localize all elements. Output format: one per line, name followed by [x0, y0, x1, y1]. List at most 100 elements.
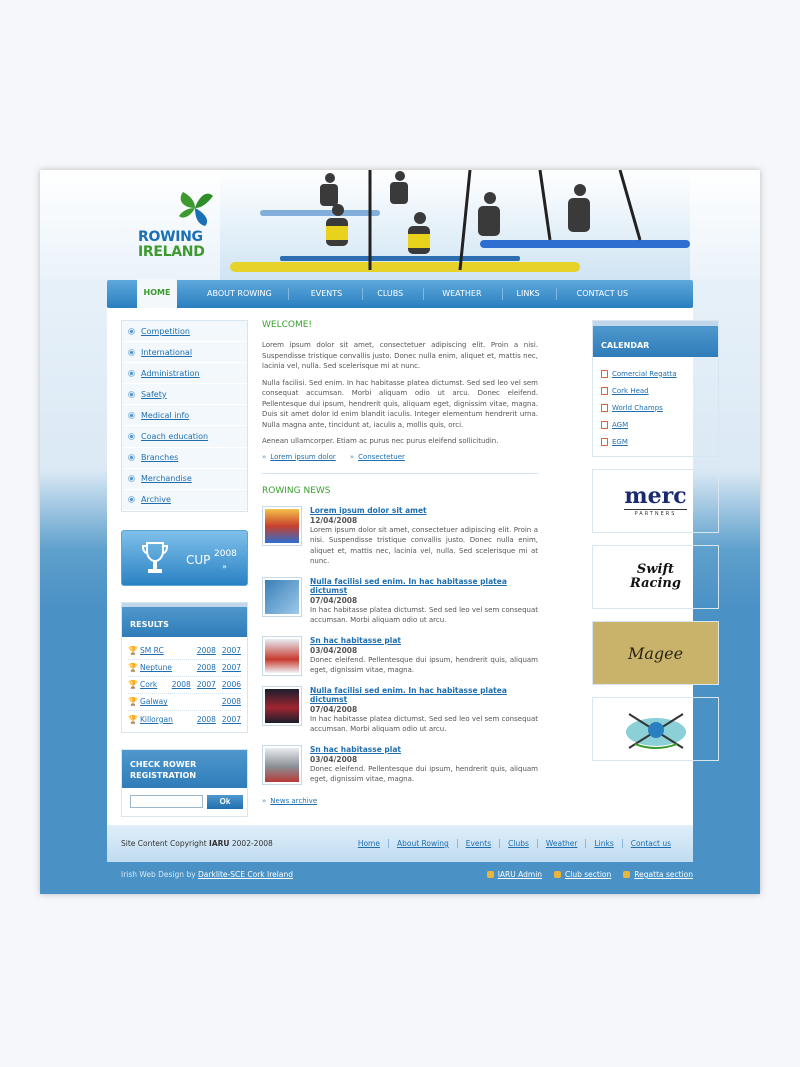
footer-link-home[interactable]: Home [350, 839, 388, 848]
copyright-prefix: Site Content Copyright [121, 839, 210, 848]
news-thumbnail[interactable] [262, 505, 302, 546]
sidebar-item-archive[interactable]: Archive [122, 490, 247, 511]
sidebar-item-safety[interactable]: Safety [122, 384, 247, 406]
news-thumbnail[interactable] [262, 744, 302, 785]
news-item: Nulla facilisi sed enim. In hac habitass… [262, 576, 538, 626]
news-item-title[interactable]: Lorem ipsum dolor sit amet [310, 506, 427, 515]
result-row: 🏆 Cork 2008 2007 2006 [128, 677, 241, 694]
calendar-item-link[interactable]: Comercial Regatta [612, 370, 677, 378]
calendar-icon [601, 386, 608, 395]
sidebar-item-merchandise[interactable]: Merchandise [122, 469, 247, 490]
sidebar-item-label[interactable]: Coach education [141, 432, 208, 441]
sidebar-item-medical-info[interactable]: Medical info [122, 405, 247, 427]
sponsor-magee[interactable]: Magee [592, 621, 719, 685]
nav-events[interactable]: EVENTS [311, 280, 343, 308]
calendar-box: CALENDAR Comercial Regatta Cork Head Wor… [592, 320, 719, 457]
welcome-link[interactable]: Consectetuer [358, 453, 405, 461]
sidebar-item-label[interactable]: International [141, 348, 192, 357]
sidebar-item-international[interactable]: International [122, 342, 247, 364]
sidebar-item-label[interactable]: Administration [141, 369, 200, 378]
calendar-item-link[interactable]: AGM [612, 421, 628, 429]
news-item: Sn hac habitasse plat 03/04/2008 Donec e… [262, 744, 538, 785]
sidebar-item-label[interactable]: Competition [141, 327, 190, 336]
news-item-title[interactable]: Sn hac habitasse plat [310, 745, 401, 754]
club-section-link[interactable]: Club section [565, 870, 611, 879]
news-archive-link[interactable]: News archive [270, 797, 317, 805]
regatta-section-link[interactable]: Regatta section [634, 870, 693, 879]
logo-line2: IRELAND [138, 244, 205, 260]
welcome-link[interactable]: Lorem ipsum dolor [270, 453, 335, 461]
nav-about-rowing[interactable]: ABOUT ROWING [207, 280, 272, 308]
nav-contact-us[interactable]: CONTACT US [577, 280, 628, 308]
nav-separator [287, 288, 289, 300]
sidebar-item-label[interactable]: Medical info [141, 411, 189, 420]
result-year[interactable]: 2007 [222, 715, 241, 724]
footer-link-clubs[interactable]: Clubs [499, 839, 537, 848]
result-club[interactable]: SM RC [140, 646, 191, 655]
nav-clubs[interactable]: CLUBS [377, 280, 403, 308]
nav-links[interactable]: LINKS [517, 280, 540, 308]
calendar-item: Cork Head [601, 382, 710, 399]
footer-link-weather[interactable]: Weather [536, 839, 586, 848]
result-club[interactable]: Killorgan [140, 715, 191, 724]
ok-button[interactable]: Ok [207, 794, 243, 809]
nav-weather[interactable]: WEATHER [442, 280, 481, 308]
news-item-text: Lorem ipsum dolor sit amet, consectetuer… [310, 525, 538, 566]
cup-banner[interactable]: CUP 2008 » [121, 529, 248, 586]
calendar-item: AGM [601, 416, 710, 433]
calendar-item-link[interactable]: World Champs [612, 404, 663, 412]
trophy-icon [142, 541, 168, 573]
bottom-bar: Irish Web Design by Darklite-SCE Cork Ir… [121, 870, 693, 879]
news-thumbnail[interactable] [262, 576, 302, 617]
sponsor-swift-racing[interactable]: Swift Racing [592, 545, 719, 609]
result-year[interactable]: 2008 [222, 697, 241, 706]
design-credit-link[interactable]: Darklite-SCE Cork Ireland [198, 870, 293, 879]
result-club[interactable]: Cork [140, 680, 166, 689]
trophy-icon: 🏆 [128, 714, 138, 724]
footer-link-contact-us[interactable]: Contact us [621, 839, 679, 848]
check-rower-form: Ok [122, 788, 247, 816]
sidebar-item-label[interactable]: Merchandise [141, 474, 192, 483]
news-item-text: Donec eleifend. Pellentesque dui ipsum, … [310, 655, 538, 675]
footer-link-events[interactable]: Events [456, 839, 499, 848]
calendar-item-link[interactable]: Cork Head [612, 387, 649, 395]
result-year[interactable]: 2008 [197, 646, 216, 655]
result-club[interactable]: Neptune [140, 663, 191, 672]
footer-link-about-rowing[interactable]: About Rowing [387, 839, 457, 848]
news-thumbnail[interactable] [262, 685, 302, 726]
design-credit: Irish Web Design by Darklite-SCE Cork Ir… [121, 870, 293, 879]
result-year[interactable]: 2008 [197, 663, 216, 672]
result-year[interactable]: 2007 [197, 680, 216, 689]
calendar-item-link[interactable]: EGM [612, 438, 628, 446]
site-logo[interactable]: ROWING IRELAND [138, 230, 205, 260]
rower-registration-input[interactable] [130, 795, 203, 809]
news-item-title[interactable]: Sn hac habitasse plat [310, 636, 401, 645]
result-year[interactable]: 2007 [222, 663, 241, 672]
news-thumbnail[interactable] [262, 635, 302, 676]
nav-home[interactable]: HOME [137, 279, 177, 309]
sidebar-item-administration[interactable]: Administration [122, 363, 247, 385]
sidebar-item-branches[interactable]: Branches [122, 448, 247, 469]
result-row: 🏆 SM RC 2008 2007 [128, 643, 241, 660]
copyright-org: IARU [209, 839, 230, 848]
sidebar-item-label[interactable]: Archive [141, 495, 171, 504]
sidebar-item-competition[interactable]: Competition [122, 321, 247, 343]
result-year[interactable]: 2008 [197, 715, 216, 724]
design-credit-prefix: Irish Web Design by [121, 870, 199, 879]
sidebar-item-label[interactable]: Safety [141, 390, 167, 399]
news-item-title[interactable]: Nulla facilisi sed enim. In hac habitass… [310, 686, 507, 704]
result-year[interactable]: 2008 [172, 680, 191, 689]
iaru-admin-link[interactable]: IARU Admin [498, 870, 542, 879]
result-club[interactable]: Galway [140, 697, 216, 706]
sidebar-item-coach-education[interactable]: Coach education [122, 426, 247, 448]
lock-icon [486, 871, 494, 878]
sidebar-item-label[interactable]: Branches [141, 453, 178, 462]
footer-link-links[interactable]: Links [585, 839, 621, 848]
swift-logo-line1: Swift [636, 562, 675, 577]
sponsor-rowing-emblem[interactable] [592, 697, 719, 761]
result-year[interactable]: 2006 [222, 680, 241, 689]
result-year[interactable]: 2007 [222, 646, 241, 655]
sponsor-merc[interactable]: merc PARTNERS [592, 469, 719, 533]
calendar-icon [601, 403, 608, 412]
news-item-title[interactable]: Nulla facilisi sed enim. In hac habitass… [310, 577, 507, 595]
